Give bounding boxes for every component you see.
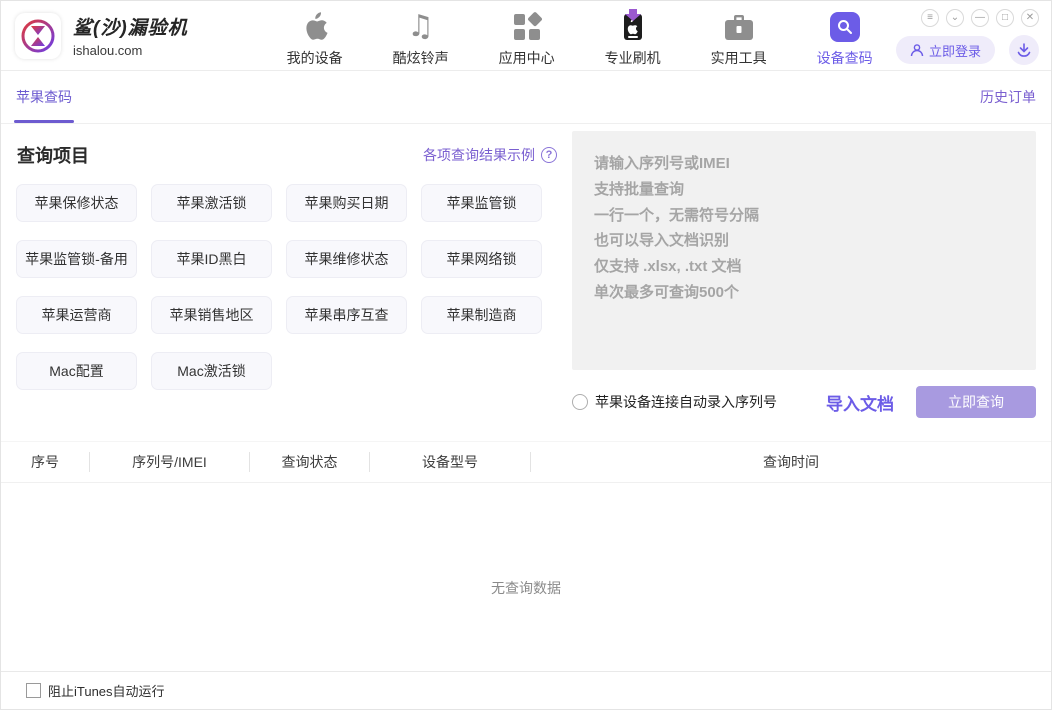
login-button[interactable]: 立即登录 bbox=[896, 36, 995, 64]
query-items-panel: 查询项目 各项查询结果示例 ? 苹果保修状态 苹果激活锁 苹果购买日期 苹果监管… bbox=[16, 124, 557, 433]
brand-text: 鲨(沙)漏验机 ishalou.com bbox=[73, 13, 188, 58]
nav-label: 应用中心 bbox=[499, 48, 555, 68]
col-device-model: 设备型号 bbox=[369, 452, 530, 472]
query-btn-manufacturer[interactable]: 苹果制造商 bbox=[421, 296, 542, 334]
query-btn-id-status[interactable]: 苹果ID黑白 bbox=[151, 240, 272, 278]
query-btn-warranty[interactable]: 苹果保修状态 bbox=[16, 184, 137, 222]
nav-item-device-query[interactable]: 设备查码 bbox=[814, 10, 876, 68]
input-panel: 苹果设备连接自动录入序列号 导入文档 立即查询 bbox=[572, 124, 1036, 433]
window-controls: ≡ ⌄ — □ ✕ bbox=[921, 9, 1039, 27]
logo-group: 鲨(沙)漏验机 ishalou.com bbox=[15, 13, 188, 59]
query-btn-purchase-date[interactable]: 苹果购买日期 bbox=[286, 184, 407, 222]
serial-input[interactable] bbox=[572, 131, 1036, 370]
nav-item-ringtones[interactable]: ♫ 酷炫铃声 bbox=[390, 10, 452, 68]
header: 鲨(沙)漏验机 ishalou.com 我的设备 ♫ 酷炫铃声 bbox=[1, 1, 1051, 71]
nav-item-app-center[interactable]: 应用中心 bbox=[496, 10, 558, 68]
query-btn-mdm-lock-backup[interactable]: 苹果监管锁-备用 bbox=[16, 240, 137, 278]
query-btn-network-lock[interactable]: 苹果网络锁 bbox=[421, 240, 542, 278]
flash-phone-icon bbox=[619, 10, 647, 42]
download-icon bbox=[1016, 42, 1032, 58]
apple-icon bbox=[302, 10, 328, 42]
close-icon[interactable]: ✕ bbox=[1021, 9, 1039, 27]
auto-fill-label: 苹果设备连接自动录入序列号 bbox=[595, 392, 777, 412]
minimize-icon[interactable]: — bbox=[971, 9, 989, 27]
app-grid-icon bbox=[512, 10, 542, 42]
tab-active-underline bbox=[14, 120, 74, 123]
footer-bar: 阻止iTunes自动运行 bbox=[1, 671, 1051, 709]
query-now-button[interactable]: 立即查询 bbox=[916, 386, 1036, 418]
results-table-header: 序号 序列号/IMEI 查询状态 设备型号 查询时间 bbox=[1, 441, 1051, 483]
main-nav: 我的设备 ♫ 酷炫铃声 应用中心 bbox=[284, 10, 876, 68]
nav-label: 专业刷机 bbox=[605, 48, 661, 68]
query-btn-carrier[interactable]: 苹果运营商 bbox=[16, 296, 137, 334]
login-label: 立即登录 bbox=[929, 41, 981, 60]
nav-label: 酷炫铃声 bbox=[393, 48, 449, 68]
section-title: 查询项目 bbox=[17, 142, 89, 168]
empty-state-text: 无查询数据 bbox=[491, 578, 561, 598]
chevron-down-icon[interactable]: ⌄ bbox=[946, 9, 964, 27]
import-document-link[interactable]: 导入文档 bbox=[826, 390, 894, 415]
query-btn-mac-activation-lock[interactable]: Mac激活锁 bbox=[151, 352, 272, 390]
briefcase-icon bbox=[724, 10, 754, 42]
app-subtitle: ishalou.com bbox=[73, 43, 188, 58]
query-btn-mdm-lock[interactable]: 苹果监管锁 bbox=[421, 184, 542, 222]
device-query-icon bbox=[830, 10, 860, 42]
col-serial-imei: 序列号/IMEI bbox=[89, 452, 249, 472]
nav-item-tools[interactable]: 实用工具 bbox=[708, 10, 770, 68]
music-note-icon: ♫ bbox=[407, 10, 434, 42]
auto-fill-radio[interactable] bbox=[572, 394, 588, 410]
block-itunes-label: 阻止iTunes自动运行 bbox=[48, 681, 165, 700]
results-table-body: 无查询数据 bbox=[1, 483, 1051, 671]
maximize-icon[interactable]: □ bbox=[996, 9, 1014, 27]
auth-row: 立即登录 bbox=[896, 35, 1039, 65]
query-buttons-grid: 苹果保修状态 苹果激活锁 苹果购买日期 苹果监管锁 苹果监管锁-备用 苹果ID黑… bbox=[16, 184, 557, 408]
app-window: 鲨(沙)漏验机 ishalou.com 我的设备 ♫ 酷炫铃声 bbox=[0, 0, 1052, 710]
user-icon bbox=[910, 43, 924, 57]
download-button[interactable] bbox=[1009, 35, 1039, 65]
col-query-status: 查询状态 bbox=[249, 452, 369, 472]
query-btn-activation-lock[interactable]: 苹果激活锁 bbox=[151, 184, 272, 222]
col-index: 序号 bbox=[1, 452, 89, 472]
nav-label: 我的设备 bbox=[287, 48, 343, 68]
nav-label: 实用工具 bbox=[711, 48, 767, 68]
col-query-time: 查询时间 bbox=[530, 452, 1051, 472]
nav-item-my-devices[interactable]: 我的设备 bbox=[284, 10, 346, 68]
app-title: 鲨(沙)漏验机 bbox=[73, 13, 188, 40]
tab-label: 苹果查码 bbox=[16, 87, 72, 107]
tab-apple-query[interactable]: 苹果查码 bbox=[16, 71, 72, 123]
query-btn-sn-imei-cross[interactable]: 苹果串序互查 bbox=[286, 296, 407, 334]
tab-bar: 苹果查码 历史订单 bbox=[1, 71, 1051, 124]
main-content: 查询项目 各项查询结果示例 ? 苹果保修状态 苹果激活锁 苹果购买日期 苹果监管… bbox=[1, 124, 1051, 433]
nav-item-flash[interactable]: 专业刷机 bbox=[602, 10, 664, 68]
query-btn-repair-status[interactable]: 苹果维修状态 bbox=[286, 240, 407, 278]
help-icon[interactable]: ? bbox=[541, 147, 557, 163]
menu-icon[interactable]: ≡ bbox=[921, 9, 939, 27]
block-itunes-checkbox[interactable] bbox=[26, 683, 41, 698]
query-btn-mac-config[interactable]: Mac配置 bbox=[16, 352, 137, 390]
action-row: 苹果设备连接自动录入序列号 导入文档 立即查询 bbox=[572, 386, 1036, 418]
app-logo-icon bbox=[15, 13, 61, 59]
history-orders-link[interactable]: 历史订单 bbox=[980, 87, 1036, 107]
query-btn-sales-region[interactable]: 苹果销售地区 bbox=[151, 296, 272, 334]
nav-label: 设备查码 bbox=[817, 48, 873, 68]
examples-link[interactable]: 各项查询结果示例 ? bbox=[423, 145, 557, 165]
